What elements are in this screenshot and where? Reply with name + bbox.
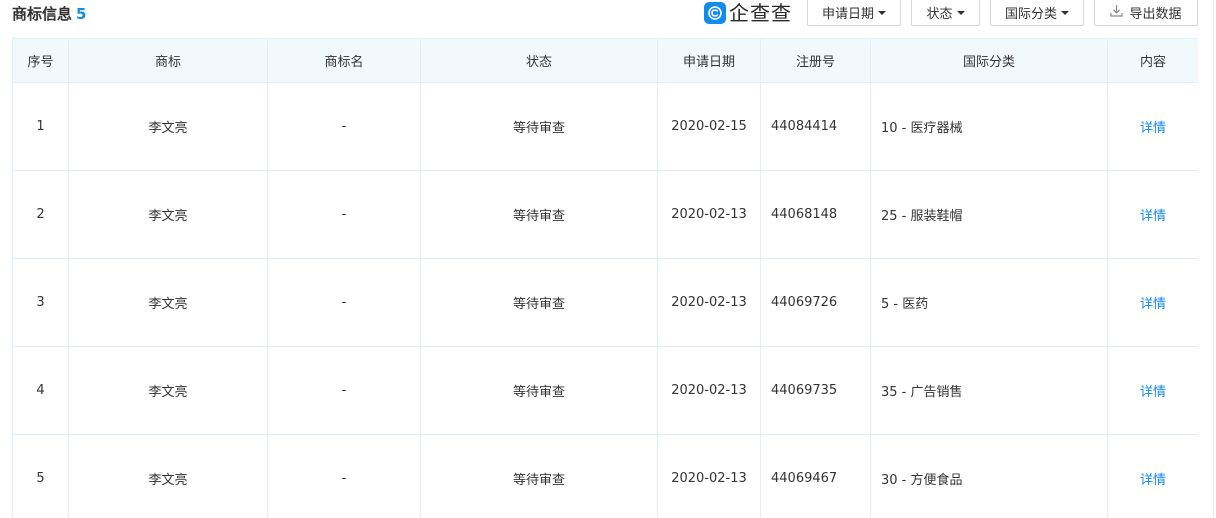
trademark-table: 序号 商标 商标名 状态 申请日期 注册号 国际分类 内容 1 李文亮 - 等待… [12, 38, 1198, 518]
details-link[interactable]: 详情 [1140, 209, 1166, 224]
trademark-table-container: 序号 商标 商标名 状态 申请日期 注册号 国际分类 内容 1 李文亮 - 等待… [12, 38, 1198, 518]
cell-international-class: 30 - 方便食品 [870, 434, 1108, 518]
cell-index: 1 [12, 82, 69, 171]
cell-content: 详情 [1107, 82, 1198, 171]
cell-international-class: 10 - 医疗器械 [870, 82, 1108, 171]
cell-trademark-name: - [267, 170, 421, 259]
section-title-text: 商标信息 [12, 5, 73, 23]
trademark-count: 5 [76, 5, 87, 23]
cell-trademark: 李文亮 [68, 82, 268, 171]
cell-content: 详情 [1107, 346, 1198, 435]
table-row: 2 李文亮 - 等待审查 2020-02-13 44068148 25 - 服装… [12, 170, 1198, 259]
filter-label: 申请日期 [821, 7, 874, 22]
caret-down-icon [956, 10, 965, 15]
cell-index: 4 [12, 346, 69, 435]
details-link[interactable]: 详情 [1140, 385, 1166, 400]
brand-watermark: 企查查 [704, 0, 792, 26]
column-header-content: 内容 [1107, 38, 1198, 83]
cell-trademark: 李文亮 [68, 434, 268, 518]
qichacha-logo-icon [704, 2, 726, 24]
cell-registration-number: 44069735 [760, 346, 871, 435]
column-header-trademark: 商标 [68, 38, 268, 83]
column-header-index: 序号 [12, 38, 69, 83]
filter-status-dropdown[interactable]: 状态 [911, 0, 980, 26]
cell-trademark: 李文亮 [68, 258, 268, 347]
filter-label: 状态 [926, 7, 953, 22]
filter-international-class-dropdown[interactable]: 国际分类 [990, 0, 1084, 26]
column-header-registration-number: 注册号 [760, 38, 871, 83]
table-header-row: 序号 商标 商标名 状态 申请日期 注册号 国际分类 内容 [12, 38, 1198, 83]
cell-international-class: 25 - 服装鞋帽 [870, 170, 1108, 259]
cell-international-class: 35 - 广告销售 [870, 346, 1108, 435]
cell-status: 等待审查 [420, 346, 658, 435]
column-header-trademark-name: 商标名 [267, 38, 421, 83]
cell-status: 等待审查 [420, 434, 658, 518]
cell-index: 5 [12, 434, 69, 518]
brand-name: 企查查 [729, 1, 792, 25]
download-icon [1110, 4, 1124, 21]
cell-application-date: 2020-02-13 [657, 346, 761, 435]
cell-trademark-name: - [267, 258, 421, 347]
table-row: 4 李文亮 - 等待审查 2020-02-13 44069735 35 - 广告… [12, 346, 1198, 435]
cell-status: 等待审查 [420, 258, 658, 347]
cell-application-date: 2020-02-13 [657, 258, 761, 347]
cell-content: 详情 [1107, 170, 1198, 259]
details-link[interactable]: 详情 [1140, 121, 1166, 136]
caret-down-icon [878, 10, 886, 15]
cell-index: 2 [12, 170, 69, 259]
column-header-international-class: 国际分类 [870, 38, 1108, 83]
cell-registration-number: 44068148 [760, 170, 871, 259]
cell-index: 3 [12, 258, 69, 347]
details-link[interactable]: 详情 [1140, 297, 1166, 312]
column-header-status: 状态 [420, 38, 658, 83]
cell-trademark: 李文亮 [68, 346, 268, 435]
cell-registration-number: 44084414 [760, 82, 871, 171]
cell-trademark-name: - [267, 346, 421, 435]
panel-header: 商标信息 5 企查查 申请日期 状态 国际分类 导出数据 [0, 0, 1216, 36]
cell-status: 等待审查 [420, 170, 658, 259]
cell-trademark-name: - [267, 82, 421, 171]
details-link[interactable]: 详情 [1140, 473, 1166, 488]
cell-application-date: 2020-02-13 [657, 170, 761, 259]
filter-label: 国际分类 [1004, 7, 1057, 22]
table-row: 1 李文亮 - 等待审查 2020-02-15 44084414 10 - 医疗… [12, 82, 1198, 171]
cell-registration-number: 44069467 [760, 434, 871, 518]
export-data-button[interactable]: 导出数据 [1094, 0, 1198, 26]
cell-application-date: 2020-02-15 [657, 82, 761, 171]
caret-down-icon [1061, 10, 1069, 15]
table-row: 3 李文亮 - 等待审查 2020-02-13 44069726 5 - 医药 … [12, 258, 1198, 347]
section-title: 商标信息 5 [12, 4, 86, 24]
cell-trademark: 李文亮 [68, 170, 268, 259]
column-header-application-date: 申请日期 [657, 38, 761, 83]
cell-application-date: 2020-02-13 [657, 434, 761, 518]
cell-content: 详情 [1107, 258, 1198, 347]
cell-content: 详情 [1107, 434, 1198, 518]
cell-status: 等待审查 [420, 82, 658, 171]
trademark-panel: 商标信息 5 企查查 申请日期 状态 国际分类 导出数据 序号 商标 商标名 状… [0, 0, 1216, 518]
cell-international-class: 5 - 医药 [870, 258, 1108, 347]
cell-trademark-name: - [267, 434, 421, 518]
scroll-edge-divider [1213, 0, 1214, 518]
cell-registration-number: 44069726 [760, 258, 871, 347]
table-row: 5 李文亮 - 等待审查 2020-02-13 44069467 30 - 方便… [12, 434, 1198, 518]
filter-application-date-dropdown[interactable]: 申请日期 [807, 0, 901, 26]
export-label: 导出数据 [1129, 7, 1182, 22]
